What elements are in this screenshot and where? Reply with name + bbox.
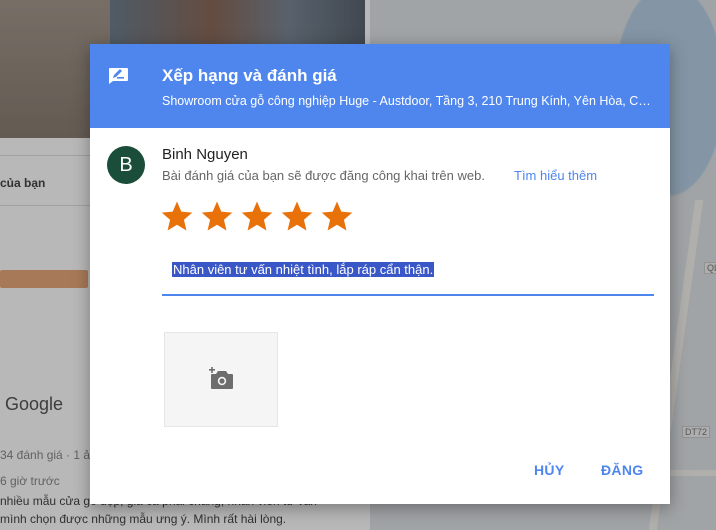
- star-rating: [160, 196, 360, 236]
- star-icon[interactable]: [320, 196, 360, 236]
- add-photo-button[interactable]: [164, 332, 278, 427]
- learn-more-link[interactable]: Tìm hiểu thêm: [514, 168, 597, 183]
- user-name: Binh Nguyen: [162, 146, 248, 163]
- review-text: Nhân viên tư vấn nhiệt tình, lắp ráp cẩn…: [172, 262, 435, 277]
- dialog-header: Xếp hạng và đánh giá Showroom cửa gỗ côn…: [90, 44, 670, 128]
- post-button[interactable]: ĐĂNG: [601, 462, 643, 478]
- place-name: Showroom cửa gỗ công nghiệp Huge - Austd…: [162, 94, 654, 108]
- avatar: B: [107, 146, 145, 184]
- review-text-field[interactable]: Nhân viên tư vấn nhiệt tình, lắp ráp cẩn…: [162, 254, 654, 296]
- star-icon[interactable]: [200, 196, 240, 236]
- star-icon[interactable]: [240, 196, 280, 236]
- star-icon[interactable]: [280, 196, 320, 236]
- review-dialog: Xếp hạng và đánh giá Showroom cửa gỗ côn…: [90, 44, 670, 504]
- public-notice: Bài đánh giá của bạn sẽ được đăng công k…: [162, 168, 485, 183]
- add-photo-icon: [209, 367, 233, 389]
- star-icon[interactable]: [160, 196, 200, 236]
- dialog-title: Xếp hạng và đánh giá: [162, 66, 337, 85]
- rate-review-icon: [107, 67, 129, 85]
- cancel-button[interactable]: HỦY: [534, 462, 564, 478]
